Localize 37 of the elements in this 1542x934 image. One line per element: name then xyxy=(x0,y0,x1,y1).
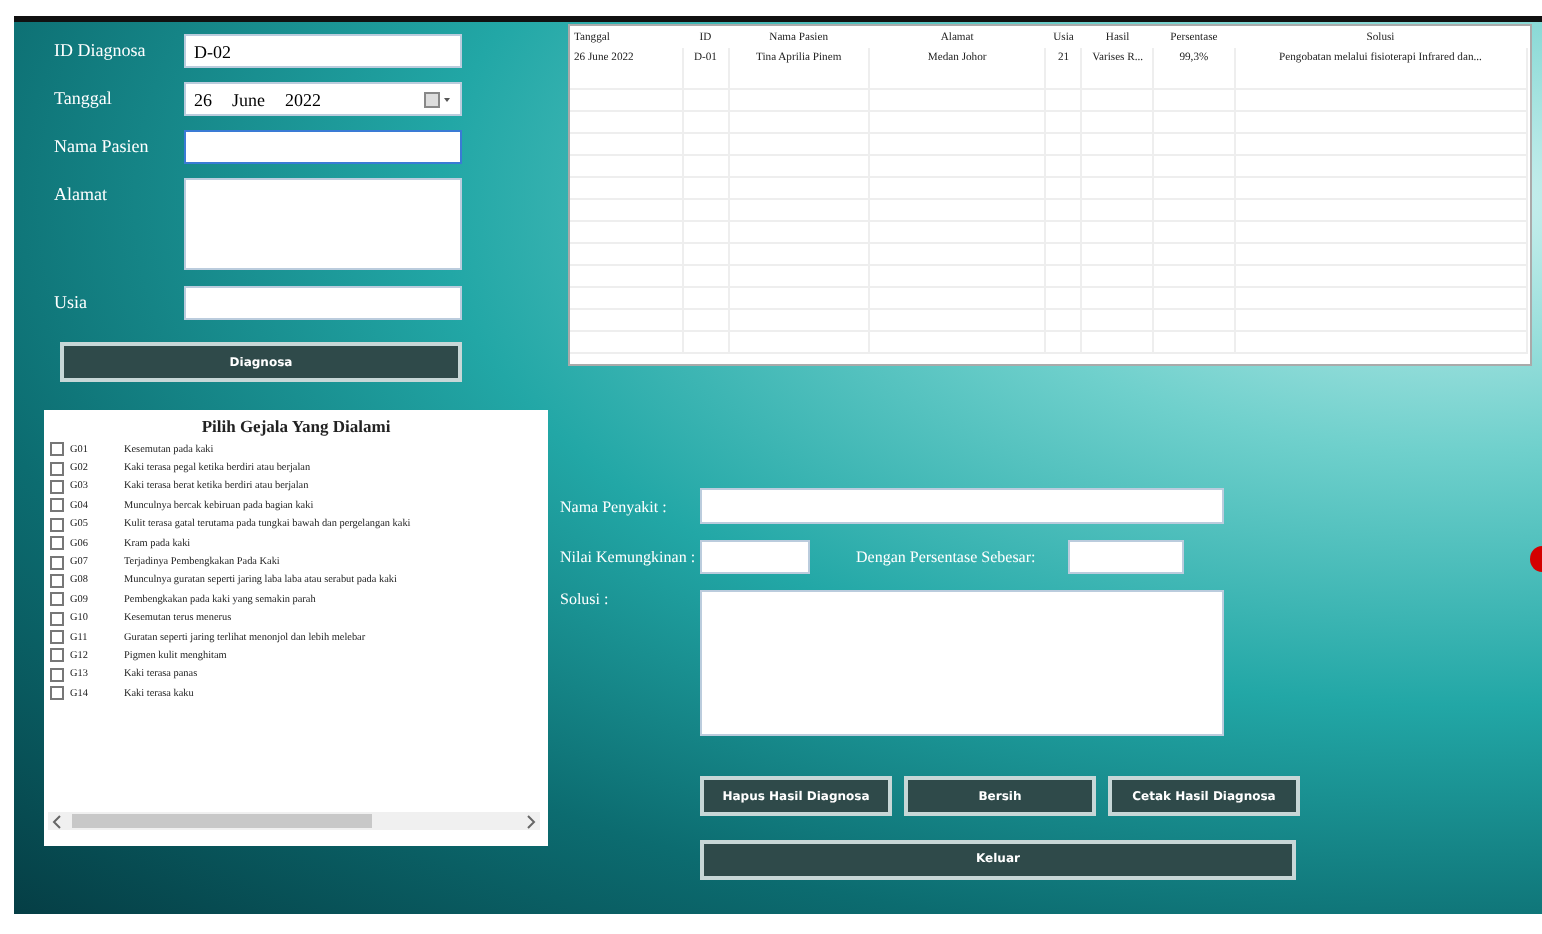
field-label: ID Diagnosa xyxy=(54,38,148,64)
field-label: Usia xyxy=(54,290,89,316)
scroll-right-icon[interactable] xyxy=(524,813,536,829)
checkbox[interactable] xyxy=(50,461,64,476)
field-label: Nama Pasien xyxy=(54,134,151,160)
checkbox[interactable] xyxy=(50,573,64,588)
panel-title: Pilih Gejala Yang Dialami xyxy=(199,414,393,436)
field-label: Nilai Kemungkinan : xyxy=(560,548,698,566)
percentage-field[interactable] xyxy=(1067,540,1184,574)
field-label: Nama Penyakit : xyxy=(560,497,669,515)
calendar-icon xyxy=(424,91,452,107)
disease-field[interactable] xyxy=(700,488,1224,524)
horizontal-scrollbar[interactable] xyxy=(48,812,540,830)
checkbox[interactable] xyxy=(50,479,64,494)
scroll-left-icon[interactable] xyxy=(52,813,64,829)
checkbox[interactable] xyxy=(50,517,64,532)
field-label: Solusi : xyxy=(560,590,611,608)
date-field[interactable]: 26 June 2022 xyxy=(184,82,462,116)
input-field[interactable] xyxy=(184,130,462,164)
checkbox[interactable] xyxy=(50,536,64,551)
solution-field[interactable] xyxy=(700,590,1224,736)
input-field[interactable]: D-02 xyxy=(184,34,462,68)
checkbox[interactable] xyxy=(50,555,64,570)
value-field[interactable] xyxy=(700,540,810,574)
checkbox[interactable] xyxy=(50,592,64,607)
address-field[interactable] xyxy=(184,178,462,270)
field-label: Dengan Persentase Sebesar: xyxy=(856,548,1036,566)
checkbox[interactable] xyxy=(50,442,64,457)
field-label: Alamat xyxy=(54,182,109,208)
checkbox[interactable] xyxy=(50,498,64,513)
input-field[interactable] xyxy=(184,286,462,320)
checkbox[interactable] xyxy=(50,648,64,663)
checkbox[interactable] xyxy=(50,611,64,626)
checkbox[interactable] xyxy=(50,630,64,645)
checkbox[interactable] xyxy=(50,686,64,701)
checkbox[interactable] xyxy=(50,667,64,682)
field-label: Tanggal xyxy=(54,86,114,112)
